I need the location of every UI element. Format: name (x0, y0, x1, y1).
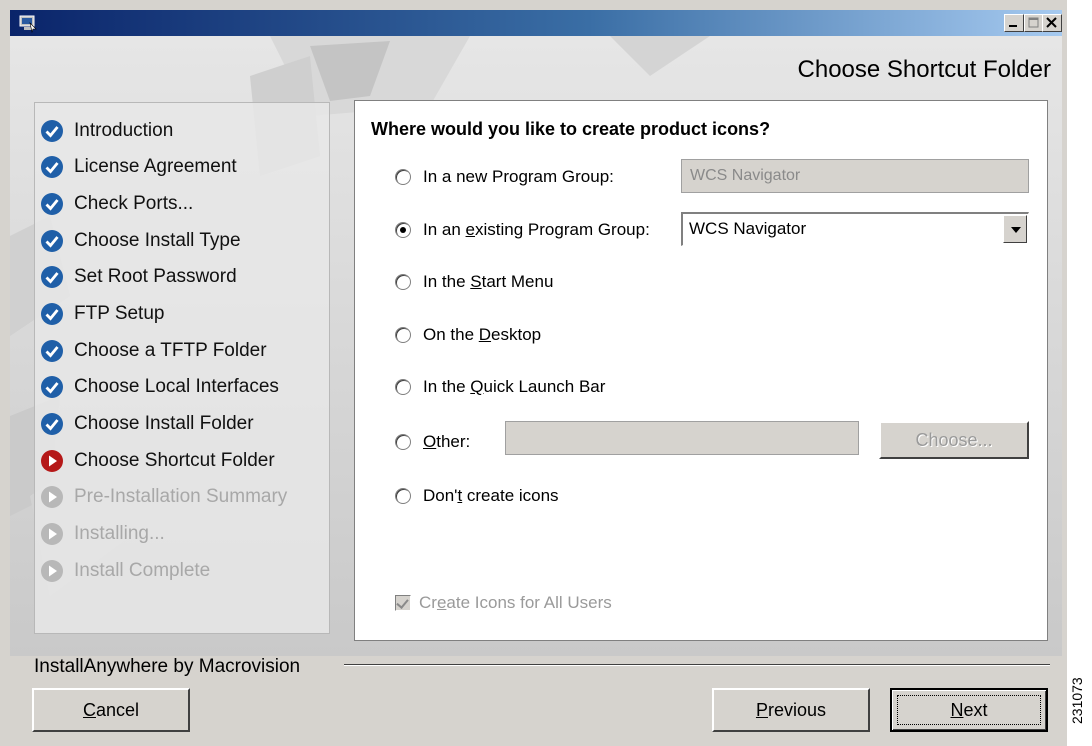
option-start-menu[interactable]: In the Start Menu (395, 272, 553, 292)
step-current-icon (41, 450, 63, 472)
option-existing-program-group[interactable]: In an existing Program Group: (395, 220, 650, 240)
close-button[interactable] (1042, 14, 1062, 32)
step-check-ports: Check Ports... (40, 190, 193, 218)
step-done-icon (41, 376, 63, 398)
dropdown-arrow-icon[interactable] (1003, 215, 1027, 243)
step-done-icon (41, 156, 63, 178)
option-label: In a new Program Group: (423, 167, 614, 186)
step-choose-tftp-folder: Choose a TFTP Folder (40, 337, 267, 365)
step-label: Introduction (74, 120, 174, 141)
existing-program-group-select[interactable]: WCS Navigator (681, 212, 1029, 246)
step-choose-install-type: Choose Install Type (40, 227, 241, 255)
step-label: License Agreement (74, 156, 237, 177)
installer-app-icon (19, 15, 37, 33)
step-label: Installing... (74, 523, 165, 544)
step-pending-icon (41, 523, 63, 545)
radio-button[interactable] (395, 327, 411, 343)
step-done-icon (41, 230, 63, 252)
step-label: Choose Local Interfaces (74, 376, 279, 397)
next-button[interactable]: Next (890, 688, 1048, 732)
step-done-icon (41, 303, 63, 325)
radio-button[interactable] (395, 169, 411, 185)
radio-button[interactable] (395, 379, 411, 395)
step-label: Choose Install Folder (74, 413, 254, 434)
checkmark-icon (396, 596, 409, 609)
option-dont-create-icons[interactable]: Don't create icons (395, 486, 559, 506)
select-value: WCS Navigator (689, 219, 807, 238)
installer-window: Choose Shortcut Folder Introduction Lice… (0, 0, 1067, 746)
option-label: In the Start Menu (423, 272, 554, 291)
choose-button[interactable]: Choose... (879, 421, 1029, 459)
option-new-program-group[interactable]: In a new Program Group: (395, 167, 614, 187)
radio-dot (400, 227, 406, 233)
title-bar[interactable] (10, 10, 1062, 36)
checkbox[interactable] (395, 595, 411, 611)
page-title: Choose Shortcut Folder (797, 56, 1051, 83)
option-desktop[interactable]: On the Desktop (395, 325, 541, 345)
step-pending-icon (41, 486, 63, 508)
maximize-button[interactable] (1024, 14, 1044, 32)
content-panel: Where would you like to create product i… (354, 100, 1048, 641)
step-label: Check Ports... (74, 193, 194, 214)
step-installing: Installing... (40, 520, 165, 548)
brand-label: InstallAnywhere by Macrovision (34, 656, 301, 677)
step-done-icon (41, 120, 63, 142)
radio-button[interactable] (395, 488, 411, 504)
option-label: Don't create icons (423, 486, 559, 505)
focus-ring (897, 695, 1041, 725)
question-heading: Where would you like to create product i… (371, 119, 771, 139)
step-label: FTP Setup (74, 303, 165, 324)
create-icons-all-users[interactable]: Create Icons for All Users (395, 593, 612, 613)
close-icon (1046, 17, 1057, 28)
step-install-complete: Install Complete (40, 557, 210, 585)
step-done-icon (41, 340, 63, 362)
step-done-icon (41, 413, 63, 435)
radio-button-selected[interactable] (395, 222, 411, 238)
radio-button[interactable] (395, 434, 411, 450)
step-label: Set Root Password (74, 266, 237, 287)
option-label: In an existing Program Group: (423, 220, 650, 239)
step-label: Pre-Installation Summary (74, 486, 288, 507)
previous-button[interactable]: Previous (712, 688, 870, 732)
option-label: On the Desktop (423, 325, 542, 344)
option-quick-launch-bar[interactable]: In the Quick Launch Bar (395, 377, 605, 397)
option-label: Other: (423, 432, 471, 451)
step-license-agreement: License Agreement (40, 153, 237, 181)
step-choose-local-interfaces: Choose Local Interfaces (40, 373, 279, 401)
step-set-root-password: Set Root Password (40, 263, 237, 291)
step-choose-install-folder: Choose Install Folder (40, 410, 254, 438)
figure-reference-number: 231073 (1069, 677, 1085, 724)
option-label: In the Quick Launch Bar (423, 377, 606, 396)
steps-panel (34, 102, 330, 634)
minimize-button[interactable] (1004, 14, 1024, 32)
footer-divider (344, 664, 1050, 666)
step-done-icon (41, 193, 63, 215)
cancel-button[interactable]: Cancel (32, 688, 190, 732)
step-done-icon (41, 266, 63, 288)
step-pending-icon (41, 560, 63, 582)
step-ftp-setup: FTP Setup (40, 300, 164, 328)
minimize-icon (1009, 25, 1017, 27)
step-label: Choose Install Type (74, 230, 241, 251)
step-pre-installation-summary: Pre-Installation Summary (40, 483, 287, 511)
step-label: Choose Shortcut Folder (74, 450, 275, 471)
step-introduction: Introduction (40, 117, 173, 145)
radio-button[interactable] (395, 274, 411, 290)
maximize-icon (1028, 17, 1039, 28)
checkbox-label: Create Icons for All Users (419, 593, 612, 612)
step-label: Choose a TFTP Folder (74, 340, 267, 361)
step-label: Install Complete (74, 560, 211, 581)
new-program-group-field[interactable]: WCS Navigator (681, 159, 1029, 193)
other-path-field[interactable] (505, 421, 859, 455)
step-choose-shortcut-folder: Choose Shortcut Folder (40, 447, 275, 475)
option-other[interactable]: Other: (395, 432, 470, 452)
